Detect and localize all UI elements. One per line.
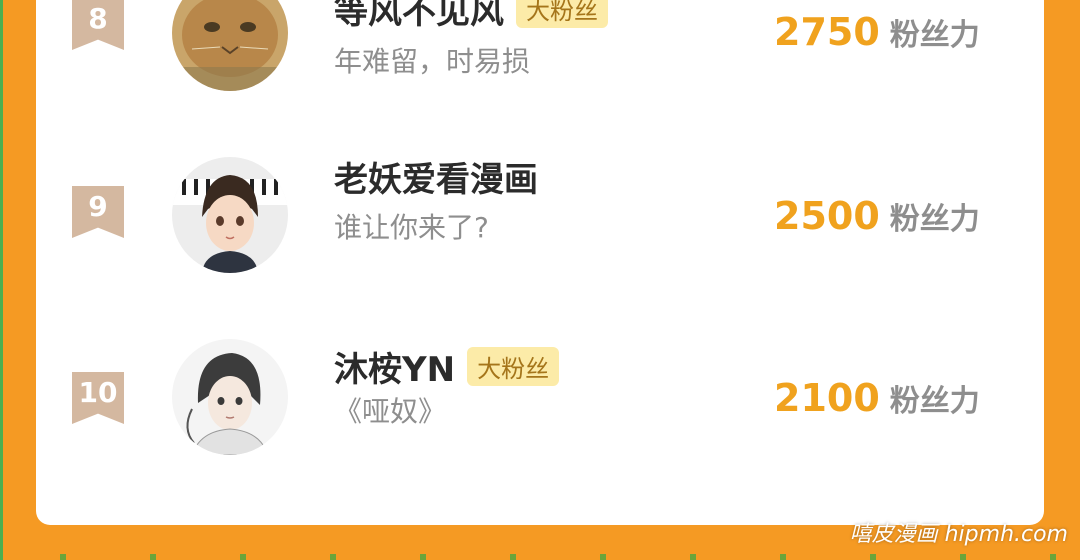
- rank-number: 9: [88, 190, 108, 223]
- fan-score-value: 2500: [774, 194, 880, 238]
- fan-score-value: 2750: [774, 10, 880, 54]
- left-edge-strip: [0, 0, 3, 560]
- rank-number: 8: [88, 2, 108, 35]
- user-name-line: 沐桉YN 大粉丝: [334, 342, 560, 391]
- rank-ribbon-icon: 9: [72, 186, 124, 238]
- site-watermark: 嘻皮漫画 hipmh.com: [849, 522, 1068, 547]
- bottom-decor-strip: [0, 552, 1080, 560]
- fan-score-unit: 粉丝力: [889, 202, 980, 237]
- avatar[interactable]: [172, 0, 288, 91]
- user-name[interactable]: 等风不见风: [334, 0, 504, 33]
- fan-score: 2750 粉丝力: [774, 10, 980, 54]
- cat-photo-icon: [172, 0, 288, 91]
- fan-badge: 大粉丝: [516, 0, 608, 28]
- user-name[interactable]: 老妖爱看漫画: [334, 152, 538, 201]
- fan-score: 2100 粉丝力: [774, 376, 980, 420]
- anime-girl-avatar-icon: [172, 157, 288, 273]
- rank-ribbon-icon: 8: [72, 0, 124, 50]
- user-name-line: 老妖爱看漫画: [334, 152, 538, 201]
- list-item[interactable]: 10 沐桉YN 大粉丝 《哑奴》 2100 粉丝力: [36, 339, 1044, 474]
- fan-score-unit: 粉丝力: [889, 18, 980, 53]
- fan-badge: 大粉丝: [467, 347, 560, 386]
- avatar[interactable]: [172, 339, 288, 455]
- avatar[interactable]: [172, 157, 288, 273]
- user-signature: 年难留，时易损: [334, 45, 531, 78]
- user-signature: 《哑奴》: [334, 395, 447, 428]
- fan-score-unit: 粉丝力: [889, 384, 980, 419]
- fan-ranking-card: 8 等风不见风 大粉丝 年难留，时易损 2750 粉丝力 9 老妖爱看漫画 谁让…: [36, 0, 1044, 525]
- fan-score-value: 2100: [774, 376, 880, 420]
- user-name-line: 等风不见风 大粉丝: [334, 0, 608, 33]
- user-signature: 谁让你来了?: [334, 211, 489, 244]
- rank-number: 10: [78, 376, 118, 409]
- list-item[interactable]: 9 老妖爱看漫画 谁让你来了? 2500 粉丝力: [36, 157, 1044, 290]
- list-item[interactable]: 8 等风不见风 大粉丝 年难留，时易损 2750 粉丝力: [36, 0, 1044, 110]
- rank-ribbon-icon: 10: [72, 372, 124, 424]
- user-name[interactable]: 沐桉YN: [334, 342, 455, 391]
- fan-score: 2500 粉丝力: [774, 194, 980, 238]
- anime-boy-sketch-avatar-icon: [172, 339, 288, 455]
